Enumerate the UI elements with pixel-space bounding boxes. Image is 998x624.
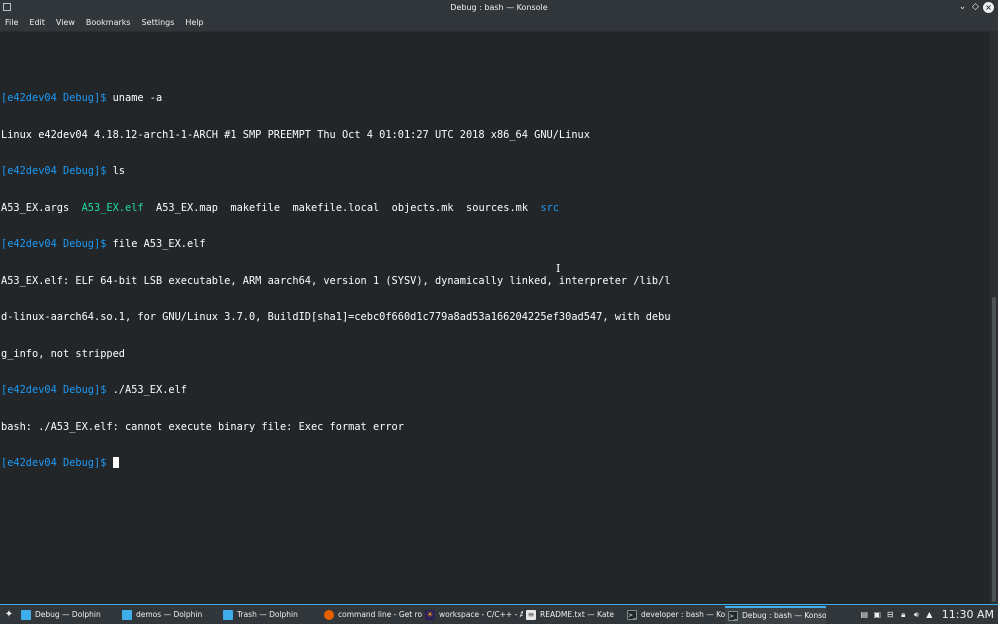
- shell-prompt: [e42dev04 Debug]$: [1, 457, 107, 469]
- device-icon[interactable]: ▣: [871, 610, 884, 619]
- task-label: workspace - C/C++ - A5...: [439, 610, 523, 619]
- output-text: Linux e42dev04 4.18.12-arch1-1-ARCH #1 S…: [1, 128, 590, 141]
- task-label: Debug : bash — Konsole: [742, 611, 826, 620]
- display-icon[interactable]: ⊟: [884, 610, 897, 619]
- output-text: A53_EX.elf: ELF 64-bit LSB executable, A…: [1, 274, 671, 287]
- task-label: Trash — Dolphin: [237, 610, 298, 619]
- terminal-scrollbar[interactable]: [990, 32, 998, 604]
- folder-icon: [21, 609, 31, 620]
- terminal-line: Linux e42dev04 4.18.12-arch1-1-ARCH #1 S…: [1, 129, 671, 142]
- ls-file: makefile.local: [292, 201, 380, 214]
- shell-prompt: [e42dev04 Debug]$: [1, 165, 107, 177]
- menu-file[interactable]: File: [0, 15, 24, 31]
- task-trash-dolphin[interactable]: Trash — Dolphin: [220, 606, 321, 624]
- terminal-view[interactable]: [e42dev04 Debug]$ uname -a Linux e42dev0…: [0, 32, 990, 604]
- task-firefox[interactable]: command line - Get roo...: [321, 606, 422, 624]
- command-text: file A53_EX.elf: [112, 238, 206, 250]
- command-text: uname -a: [112, 92, 163, 104]
- terminal-line: [e42dev04 Debug]$ uname -a: [1, 92, 671, 105]
- shell-prompt: [e42dev04 Debug]$: [1, 92, 107, 104]
- task-label: developer : bash — Kon...: [641, 610, 725, 619]
- tray-expand-icon[interactable]: ▲: [923, 610, 936, 619]
- task-developer-konsole[interactable]: >_ developer : bash — Kon...: [624, 606, 725, 624]
- menu-edit[interactable]: Edit: [24, 15, 51, 31]
- terminal-line: [e42dev04 Debug]$ ./A53_EX.elf: [1, 384, 671, 397]
- folder-icon: [122, 609, 132, 620]
- eclipse-icon: ☀: [425, 609, 435, 620]
- menu-bar: File Edit View Bookmarks Settings Help: [0, 15, 998, 32]
- task-kate[interactable]: ≡ README.txt — Kate: [523, 606, 624, 624]
- task-debug-dolphin[interactable]: Debug — Dolphin: [18, 606, 119, 624]
- menu-bookmarks[interactable]: Bookmarks: [81, 15, 137, 31]
- terminal-line: d-linux-aarch64.so.1, for GNU/Linux 3.7.…: [1, 311, 671, 324]
- ls-file: makefile: [230, 201, 281, 214]
- clipboard-icon[interactable]: ▤: [858, 610, 871, 619]
- volume-icon[interactable]: 🔊︎: [910, 610, 923, 620]
- output-text: d-linux-aarch64.so.1, for GNU/Linux 3.7.…: [1, 311, 671, 323]
- task-label: demos — Dolphin: [136, 610, 203, 619]
- window-controls: ⌄ ◇ ×: [955, 0, 994, 15]
- terminal-line: [e42dev04 Debug]$ ls: [1, 165, 671, 178]
- lock-icon[interactable]: 🔒︎: [897, 610, 910, 620]
- terminal-icon: >_: [627, 609, 637, 620]
- scrollbar-thumb[interactable]: [992, 297, 996, 602]
- terminal-output: [e42dev04 Debug]$ uname -a Linux e42dev0…: [1, 68, 671, 494]
- shell-prompt: [e42dev04 Debug]$: [1, 384, 107, 396]
- konsole-app-icon[interactable]: [3, 3, 11, 11]
- task-label: command line - Get roo...: [338, 610, 422, 619]
- task-demos-dolphin[interactable]: demos — Dolphin: [119, 606, 220, 624]
- menu-settings[interactable]: Settings: [137, 15, 181, 31]
- mouse-ibeam-icon: I: [556, 262, 561, 275]
- command-text: ls: [112, 165, 125, 177]
- window-titlebar[interactable]: Debug : bash — Konsole ⌄ ◇ ×: [0, 0, 998, 15]
- task-label: README.txt — Kate: [540, 610, 614, 619]
- menu-view[interactable]: View: [51, 15, 81, 31]
- task-label: Debug — Dolphin: [35, 610, 101, 619]
- output-text: g_info, not stripped: [1, 347, 125, 360]
- minimize-icon[interactable]: ⌄: [957, 2, 968, 13]
- firefox-icon: [324, 609, 334, 620]
- output-text: bash: ./A53_EX.elf: cannot execute binar…: [1, 420, 404, 433]
- command-text: ./A53_EX.elf: [112, 384, 187, 396]
- terminal-line: [e42dev04 Debug]$: [1, 457, 671, 470]
- shell-prompt: [e42dev04 Debug]$: [1, 238, 107, 250]
- system-tray: ▤ ▣ ⊟ 🔒︎ 🔊︎ ▲ 11:30 AM: [858, 605, 998, 624]
- window-title: Debug : bash — Konsole: [450, 3, 548, 12]
- ls-executable: A53_EX.elf: [81, 201, 144, 214]
- terminal-line: g_info, not stripped: [1, 348, 671, 361]
- terminal-line: A53_EX.args A53_EX.elf A53_EX.map makefi…: [1, 202, 671, 215]
- ls-file: A53_EX.args: [1, 201, 70, 214]
- terminal-icon: >_: [728, 610, 738, 621]
- terminal-line: bash: ./A53_EX.elf: cannot execute binar…: [1, 421, 671, 434]
- terminal-line: A53_EX.elf: ELF 64-bit LSB executable, A…: [1, 275, 671, 288]
- maximize-icon[interactable]: ◇: [970, 2, 981, 13]
- ls-file: sources.mk: [466, 201, 529, 214]
- terminal-line: [e42dev04 Debug]$ file A53_EX.elf: [1, 238, 671, 251]
- ls-file: A53_EX.map: [156, 201, 219, 214]
- folder-icon: [223, 609, 233, 620]
- ls-file: objects.mk: [391, 201, 454, 214]
- ls-directory: src: [540, 201, 560, 214]
- app-launcher-icon[interactable]: ✦: [0, 609, 18, 620]
- close-icon[interactable]: ×: [983, 2, 994, 13]
- taskbar: ✦ Debug — Dolphin demos — Dolphin Trash …: [0, 604, 998, 624]
- text-cursor: [112, 457, 119, 468]
- text-file-icon: ≡: [526, 609, 536, 620]
- task-debug-konsole[interactable]: >_ Debug : bash — Konsole: [725, 605, 826, 624]
- menu-help[interactable]: Help: [180, 15, 209, 31]
- task-eclipse[interactable]: ☀ workspace - C/C++ - A5...: [422, 606, 523, 624]
- clock[interactable]: 11:30 AM: [936, 608, 998, 621]
